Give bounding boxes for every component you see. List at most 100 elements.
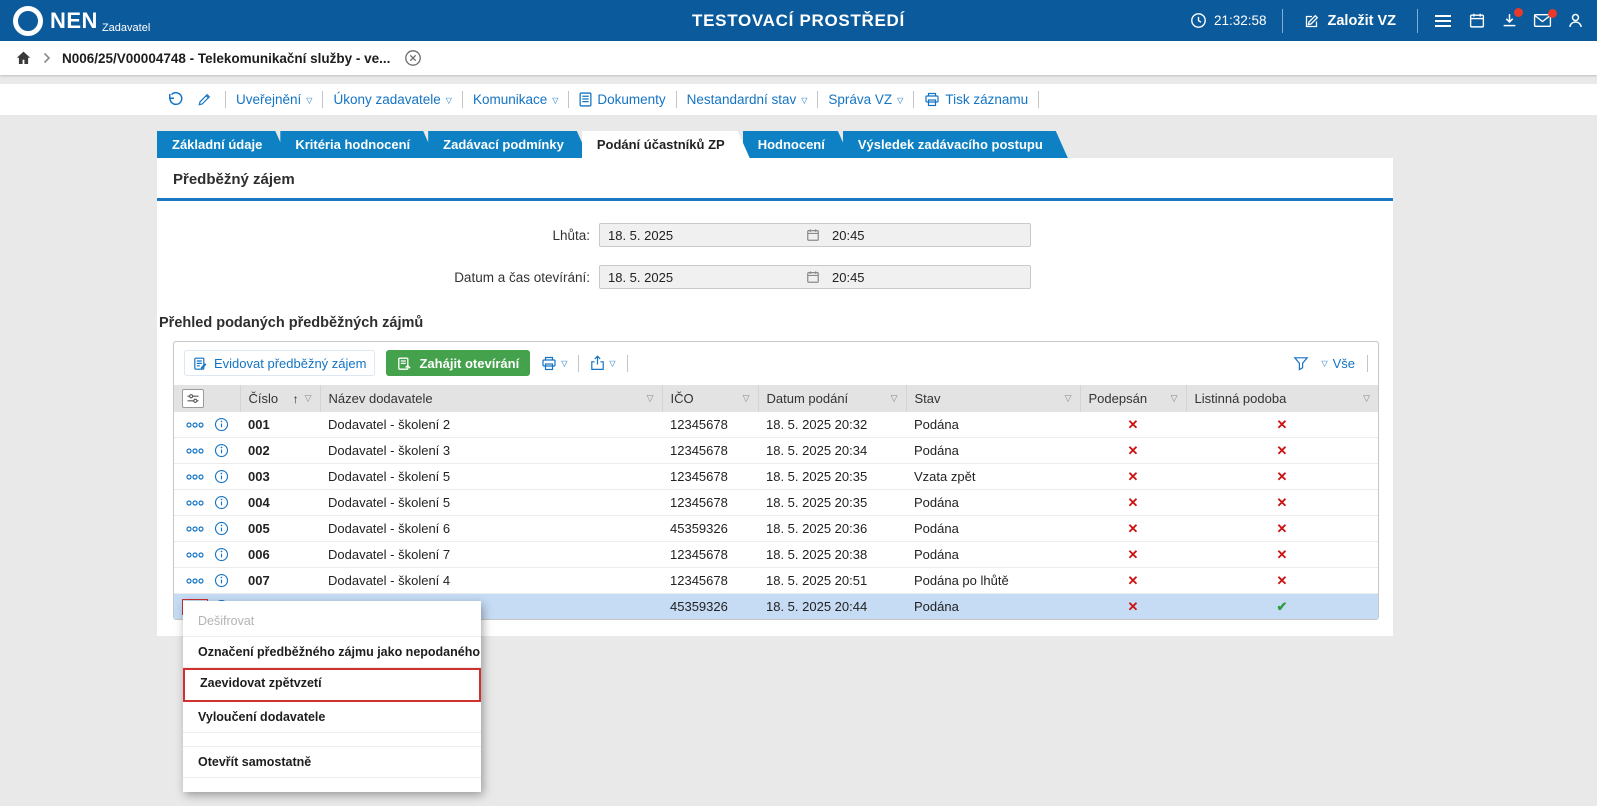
row-info-icon[interactable] [214, 547, 229, 562]
tab-zadavaci-podminky[interactable]: Zadávací podmínky [428, 131, 589, 158]
breadcrumb-item[interactable]: N006/25/V00004748 - Telekomunikační služ… [62, 51, 390, 66]
context-menu-item-oznaceni-predbezneho-zajmu-jako-nepodaneho[interactable]: Označení předběžného zájmu jako nepodané… [183, 637, 481, 668]
column-header-stav[interactable]: Stav ▽ [905, 385, 1080, 412]
evidovat-button[interactable]: Evidovat předběžný zájem [184, 350, 376, 376]
column-header-podepsan[interactable]: Podepsán ▽ [1079, 385, 1186, 412]
table-row-005[interactable]: 005 Dodavatel - školení 6 45359326 18. 5. 2… [174, 515, 1378, 542]
table-row-004[interactable]: 004 Dodavatel - školení 5 12345678 18. 5. 2… [174, 489, 1378, 516]
tab-kriteria-hodnoceni[interactable]: Kritéria hodnocení [280, 131, 435, 158]
filter-caret-icon[interactable]: ▽ [647, 393, 654, 404]
column-header-cislo[interactable]: Číslo ↑ ▽ [239, 385, 320, 412]
downloads-button[interactable] [1501, 8, 1523, 29]
sort-asc-icon: ↑ [292, 391, 299, 406]
vse-dropdown[interactable]: ▽ Vše [1321, 356, 1355, 371]
calendar-button[interactable] [1468, 12, 1486, 29]
datetime-field[interactable]: 18. 5. 2025 20:45 [599, 223, 1031, 247]
row-actions-cell [174, 515, 240, 542]
zahajit-button[interactable]: Zahájit otevírání [386, 350, 531, 376]
cell-ico: 12345678 [662, 463, 758, 490]
chevron-down-icon: ▽ [445, 95, 452, 105]
messages-button[interactable] [1533, 9, 1557, 28]
column-label: Stav [914, 391, 941, 406]
top-header: NEN Zadavatel TESTOVACÍ PROSTŘEDÍ 21:32:… [0, 0, 1597, 41]
cell-datum: 18. 5. 2025 20:34 [758, 437, 906, 464]
nen-logo[interactable]: NEN Zadavatel [13, 5, 150, 36]
filter-caret-icon[interactable]: ▽ [1363, 393, 1370, 404]
table-row-001[interactable]: 001 Dodavatel - školení 2 12345678 18. 5. 2… [174, 412, 1378, 438]
context-menu-item-zaevidovat-zpetvzeti[interactable]: Zaevidovat zpětvzetí [183, 668, 481, 702]
column-settings-icon[interactable] [182, 389, 204, 408]
create-vz-button[interactable]: Založit VZ [1298, 12, 1402, 30]
close-record-icon[interactable] [404, 49, 422, 67]
register-form-icon [193, 356, 208, 371]
profile-button[interactable] [1567, 12, 1584, 29]
row-menu-icon[interactable] [182, 469, 208, 485]
hamburger-menu-button[interactable] [1433, 13, 1453, 29]
context-menu-item-otevrit-samostatne[interactable]: Otevřít samostatně [183, 746, 481, 778]
row-menu-icon[interactable] [182, 443, 208, 459]
form-row-1: Datum a čas otevírání: 18. 5. 2025 20:45 [157, 265, 1393, 289]
toolbar-item-ukony-zadavatele[interactable]: Úkony zadavatele ▽ [333, 92, 451, 107]
row-menu-icon[interactable] [182, 417, 208, 433]
tab-zakladni-udaje[interactable]: Základní údaje [157, 131, 287, 158]
datetime-field[interactable]: 18. 5. 2025 20:45 [599, 265, 1031, 289]
date-value: 18. 5. 2025 [608, 227, 674, 243]
toolbar-item-sprava-vz[interactable]: Správa VZ ▽ [828, 92, 903, 107]
column-header-listinna-podoba[interactable]: Listinná podoba ▽ [1185, 385, 1378, 412]
context-menu-item-vylouceni-dodavatele[interactable]: Vyloučení dodavatele [183, 702, 481, 733]
table-row-002[interactable]: 002 Dodavatel - školení 3 12345678 18. 5. 2… [174, 437, 1378, 464]
row-menu-icon[interactable] [182, 521, 208, 537]
column-header-ico[interactable]: IČO ▽ [661, 385, 758, 412]
row-info-icon[interactable] [214, 469, 229, 484]
export-dropdown[interactable]: ▽ [590, 355, 616, 371]
calendar-icon[interactable] [806, 270, 820, 284]
table-heading: Přehled podaných předběžných zájmů [159, 315, 424, 331]
cell-podepsan: ✕ [1080, 515, 1186, 542]
column-settings-header[interactable] [174, 385, 240, 412]
filter-caret-icon[interactable]: ▽ [891, 393, 898, 404]
tab-podani-ucastniku-zp[interactable]: Podání účastníků ZP [582, 131, 750, 158]
filter-caret-icon[interactable]: ▽ [1171, 393, 1178, 404]
row-menu-icon[interactable] [182, 573, 208, 589]
table-row-003[interactable]: 003 Dodavatel - školení 5 12345678 18. 5. 2… [174, 463, 1378, 490]
toolbar-item-tisk-zaznamu[interactable]: Tisk záznamu [924, 92, 1028, 107]
toolbar-item-nestandardni-stav[interactable]: Nestandardní stav ▽ [687, 92, 808, 107]
filter-caret-icon[interactable]: ▽ [305, 393, 312, 404]
cell-datum: 18. 5. 2025 20:32 [758, 412, 906, 438]
filter-caret-icon[interactable]: ▽ [1065, 393, 1072, 404]
row-info-icon[interactable] [214, 417, 229, 432]
cell-podepsan: ✕ [1080, 567, 1186, 594]
toolbar-item-dokumenty[interactable]: Dokumenty [579, 92, 666, 107]
row-menu-icon[interactable] [182, 495, 208, 511]
toolbar-item-komunikace[interactable]: Komunikace ▽ [473, 92, 558, 107]
row-info-icon[interactable] [214, 573, 229, 588]
toolbar-item-uverejneni[interactable]: Uveřejnění ▽ [236, 92, 312, 107]
table-row-006[interactable]: 006 Dodavatel - školení 7 12345678 18. 5. 2… [174, 541, 1378, 568]
home-icon[interactable] [15, 50, 32, 66]
row-info-icon[interactable] [214, 521, 229, 536]
field-label: Lhůta: [552, 227, 590, 243]
filter-caret-icon[interactable]: ▽ [743, 393, 750, 404]
cell-datum: 18. 5. 2025 20:35 [758, 489, 906, 516]
toolbar-item-label: Komunikace [472, 92, 548, 107]
print-dropdown[interactable]: ▽ [541, 356, 567, 371]
column-header-datum-podani[interactable]: Datum podání ▽ [757, 385, 906, 412]
edit-pencil-icon[interactable] [197, 92, 212, 107]
filter-funnel-icon[interactable] [1293, 356, 1309, 371]
row-actions-cell [174, 567, 240, 594]
grid-toolbar-right: ▽ Vše [1293, 354, 1368, 372]
tab-hodnoceni[interactable]: Hodnocení [743, 131, 850, 158]
chevron-right-icon [43, 52, 51, 64]
column-header-nazev-dodavatele[interactable]: Název dodavatele ▽ [319, 385, 662, 412]
row-info-icon[interactable] [214, 443, 229, 458]
toolbar-separator [568, 91, 570, 108]
table-row-007[interactable]: 007 Dodavatel - školení 4 12345678 18. 5. 2… [174, 567, 1378, 594]
cell-listinna-podoba: ✕ [1186, 567, 1378, 594]
row-info-icon[interactable] [214, 495, 229, 510]
tab-vysledek-zadavaciho-postupu[interactable]: Výsledek zadávacího postupu [843, 131, 1068, 158]
undo-icon[interactable] [167, 91, 184, 108]
results-table: Číslo ↑ ▽ Název dodavatele ▽ IČO ▽ Datum podání… [174, 385, 1378, 619]
column-label: Číslo [248, 391, 279, 406]
row-menu-icon[interactable] [182, 547, 208, 563]
calendar-icon[interactable] [806, 228, 820, 242]
